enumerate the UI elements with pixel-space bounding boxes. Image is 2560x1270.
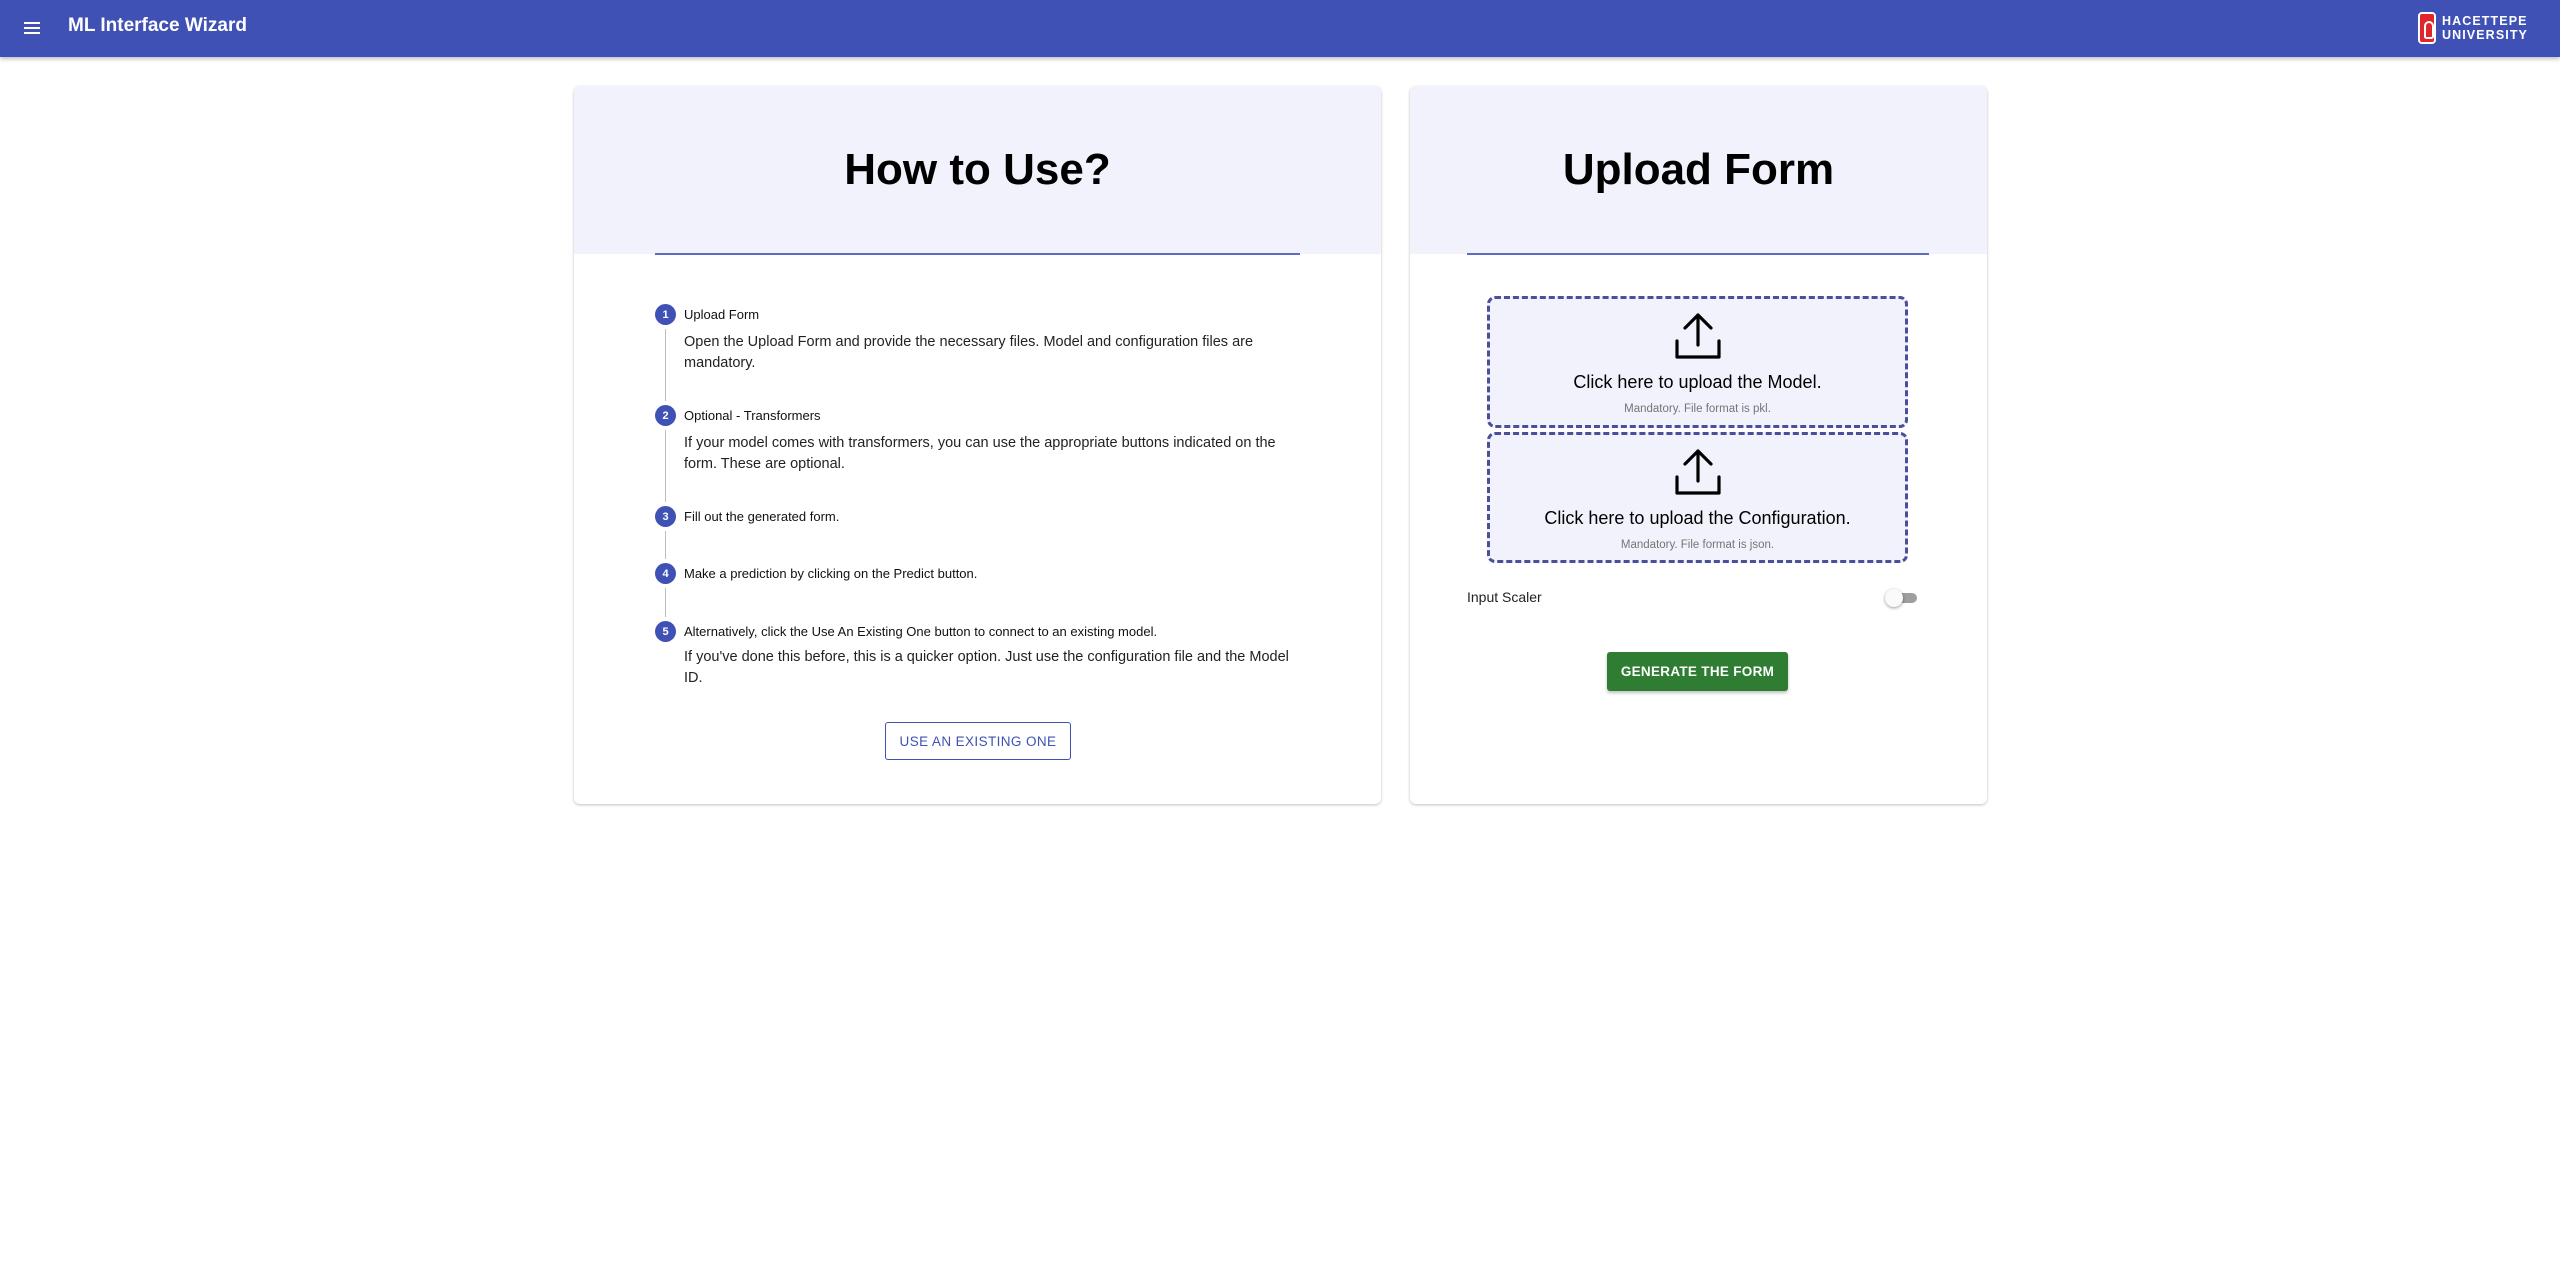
university-logo: HACETTEPE UNIVERSITY: [2417, 11, 2528, 45]
use-existing-button[interactable]: USE AN EXISTING ONE: [885, 722, 1071, 760]
upload-form-title: Upload Form: [1562, 145, 1835, 194]
step-number: 5: [655, 621, 676, 642]
config-upload-hint: Mandatory. File format is json.: [1620, 539, 1775, 551]
step-number: 1: [655, 304, 676, 325]
config-upload-dropzone[interactable]: Click here to upload the Configuration. …: [1487, 432, 1908, 563]
toggle-thumb: [1885, 589, 1903, 607]
step-description: If your model comes with transformers, y…: [684, 435, 1276, 472]
university-logo-icon: [2417, 12, 2436, 44]
upload-icon: [1675, 313, 1721, 359]
step-description: If you've done this before, this is a qu…: [684, 649, 1289, 686]
input-scaler-label: Input Scaler: [1467, 589, 1542, 605]
header-divider: [1467, 253, 1929, 255]
step-label: Alternatively, click the Use An Existing…: [684, 624, 1158, 639]
how-to-use-header: How to Use?: [574, 86, 1381, 254]
step-label: Fill out the generated form.: [684, 509, 840, 524]
menu-icon[interactable]: [18, 14, 46, 42]
header-divider: [655, 253, 1300, 255]
how-to-use-title: How to Use?: [844, 145, 1111, 194]
step-connector: [665, 531, 666, 559]
upload-form-card: Upload Form Click here to upload the Mod…: [1410, 86, 1987, 804]
model-upload-hint: Mandatory. File format is pkl.: [1624, 403, 1771, 415]
generate-form-button[interactable]: GENERATE THE FORM: [1607, 652, 1788, 691]
step-label: Upload Form: [684, 307, 760, 322]
university-logo-text: HACETTEPE UNIVERSITY: [2441, 14, 2528, 42]
step-connector: [665, 329, 666, 401]
step-label: Optional - Transformers: [684, 408, 821, 423]
step-number: 2: [655, 405, 676, 426]
step-connector: [665, 430, 666, 502]
input-scaler-toggle[interactable]: [1885, 589, 1919, 607]
step-number: 3: [655, 506, 676, 527]
upload-form-header: Upload Form: [1410, 86, 1987, 254]
app-bar: ML Interface Wizard HACETTEPE UNIVERSITY: [0, 0, 2560, 57]
step-description: Open the Upload Form and provide the nec…: [684, 334, 1254, 371]
step-connector: [665, 588, 666, 617]
model-upload-title: Click here to upload the Model.: [1573, 372, 1822, 392]
step-number: 4: [655, 563, 676, 584]
app-title: ML Interface Wizard: [68, 15, 247, 36]
upload-icon: [1675, 449, 1721, 495]
how-to-use-card: How to Use? 1 Upload Form Open the Uploa…: [574, 86, 1381, 804]
config-upload-title: Click here to upload the Configuration.: [1544, 508, 1851, 528]
step-label: Make a prediction by clicking on the Pre…: [684, 566, 978, 581]
model-upload-dropzone[interactable]: Click here to upload the Model. Mandator…: [1487, 296, 1908, 428]
